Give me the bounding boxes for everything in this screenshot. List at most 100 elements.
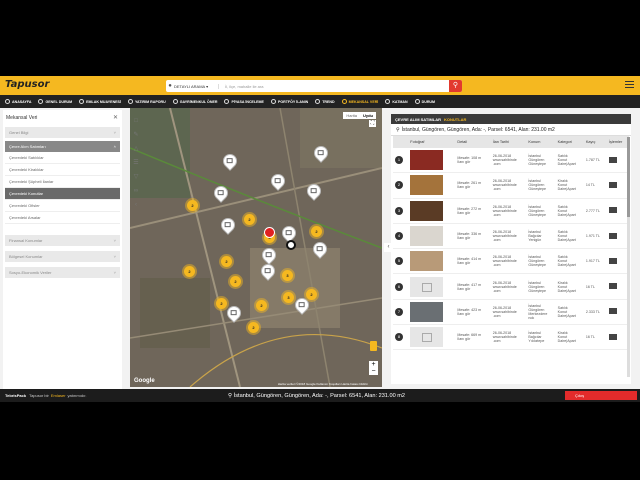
action-icon[interactable] [608,283,617,290]
detail-cell[interactable]: Mesafe: 669 m İlanı gör [455,324,491,351]
cluster-marker[interactable]: 3 [282,270,293,281]
map-tab-uydu[interactable]: Uydu [360,112,376,119]
photo-cell[interactable] [408,172,456,199]
detail-cell[interactable]: Mesafe: 423 m İlanı gör [455,299,491,326]
action-icon[interactable] [608,257,617,264]
table-row[interactable]: 1 Mesafe: 108 m İlanı gör 26-06-2018 www.s… [393,148,629,174]
exit-button[interactable]: Çıkış [565,391,637,400]
table-row[interactable]: 5 Mesafe: 414 m İlanı gör 26-06-2018 www.s… [393,248,629,275]
action-icon[interactable] [608,181,617,188]
table-row[interactable]: 6 Mesafe: 417 m İlanı gör 26-06-2018 www.s… [393,273,629,300]
table-row[interactable]: 4 Mesafe: 336 m İlanı gör 26-06-2018 www.s… [393,223,629,250]
listing-photo[interactable] [410,251,444,272]
menu-item[interactable]: MEKANSAL VERİ [341,99,378,104]
map-tab-harita[interactable]: Harita [343,112,360,119]
sub-item[interactable]: Çevredeki Şüpheli İlanlar [5,176,120,188]
detail-cell[interactable]: Mesafe: 261 m İlanı gör [455,172,491,199]
photo-cell[interactable] [408,148,456,174]
detail-cell[interactable]: Mesafe: 272 m İlanı gör [455,198,491,224]
action-icon[interactable] [608,333,617,340]
photo-cell[interactable] [408,324,456,351]
share-icon[interactable]: ∞ [134,184,138,198]
listing-photo[interactable] [410,200,444,221]
cluster-marker[interactable]: 2 [244,214,255,225]
sub-item[interactable]: Çevredeki Kiralıklar [5,164,120,176]
cluster-marker[interactable]: 3 [283,292,294,303]
footer-brand[interactable]: Emlaser [51,393,66,398]
menu-item[interactable]: GENEL DURUM [38,99,72,104]
street-view-icon[interactable] [370,341,377,351]
search-bar[interactable]: ● DETAYLI ARAMA ▾ İl, ilçe, mahalle ile … [166,80,462,92]
layers-icon[interactable]: ☰ [133,156,138,170]
sub-item[interactable]: Çevredeki Konutlar [5,188,120,200]
draw-polygon-icon[interactable]: □ [134,114,138,128]
subject-property-pin[interactable] [264,227,275,238]
cluster-marker[interactable]: 2 [221,256,232,267]
photo-cell[interactable] [408,248,456,275]
accordion-bolgesel-konumlar[interactable]: Bölgesel Konumlar ˅ [5,251,120,262]
action-icon[interactable] [608,232,617,239]
accordion-finansal-konumlar[interactable]: Finansal Konumlar ˅ [5,235,120,246]
detail-cell[interactable]: Mesafe: 414 m İlanı gör [455,248,491,275]
filter-icon[interactable]: ▽ [134,170,139,184]
listing-photo[interactable] [410,301,444,322]
search-button[interactable]: ⚲ [449,80,462,92]
photo-cell[interactable] [408,273,456,300]
hamburger-menu-icon[interactable] [625,81,634,89]
zoom-in-button[interactable]: + [369,361,378,368]
detail-cell[interactable]: Mesafe: 417 m İlanı gör [455,273,491,300]
chevron-left-icon[interactable]: ‹ [135,198,137,212]
cluster-marker[interactable]: 2 [256,300,267,311]
listing-photo[interactable] [410,150,444,171]
cluster-marker[interactable]: 2 [187,200,198,211]
search-mode-dropdown[interactable]: DETAYLI ARAMA ▾ [174,83,219,89]
photo-cell[interactable] [408,299,456,326]
search-input[interactable]: İl, ilçe, mahalle ile ara [225,84,449,89]
cluster-marker[interactable]: 2 [311,226,322,237]
menu-item[interactable]: YATIRIM RAPORU [127,99,166,104]
menu-icon [38,99,44,104]
menu-item[interactable]: GAYRİMENKUL ÖNER [172,99,217,104]
table-row[interactable]: 2 Mesafe: 261 m İlanı gör 26-06-2018 www.s… [393,172,629,199]
menu-item[interactable]: DURUM [414,99,435,104]
brand-logo[interactable]: Tapusor [5,79,49,90]
zoom-out-button[interactable]: − [369,368,378,375]
action-icon[interactable] [608,207,617,214]
listing-photo[interactable] [410,175,444,196]
pencil-icon[interactable]: ✎ [133,128,138,142]
cluster-marker[interactable]: 2 [248,322,259,333]
menu-item[interactable]: TREND [315,99,335,104]
detail-cell[interactable]: Mesafe: 108 m İlanı gör [455,148,491,174]
table-row[interactable]: 8 Mesafe: 669 m İlanı gör 26-06-2018 www.s… [393,324,629,351]
photo-cell[interactable] [408,223,456,250]
menu-item[interactable]: KATMAN [385,99,408,104]
detail-cell[interactable]: Mesafe: 336 m İlanı gör [455,223,491,250]
cluster-marker[interactable]: 2 [230,276,241,287]
cluster-marker[interactable]: 2 [184,266,195,277]
ruler-icon[interactable]: △ [134,142,139,156]
table-row[interactable]: 3 Mesafe: 272 m İlanı gör 26-06-2018 www.s… [393,198,629,224]
sub-item[interactable]: Çevredeki Satılıklar [5,152,120,164]
map-view[interactable]: 2 2 3 2 2 2 2 3 2 2 3 2 2 Harita Uydu ⛶ [130,108,382,387]
accordion-sosyo-ekonomik[interactable]: Sosyo-Ekonomik Veriler ˅ [5,267,120,278]
table-row[interactable]: 7 Mesafe: 423 m İlanı gör 26-06-2018 www.s… [393,299,629,326]
cluster-marker[interactable]: 2 [216,298,227,309]
accordion-cevre-alim-satimlari[interactable]: Çevre Alım Satımları ˄ [5,141,120,152]
sub-item[interactable]: Çevredeki Arsalar [5,212,120,224]
close-icon[interactable]: ✕ [113,114,118,121]
listing-photo[interactable] [410,226,444,247]
fullscreen-icon[interactable]: ⛶ [369,120,376,127]
action-icon[interactable] [608,308,617,315]
menu-item[interactable]: PORTFÖY İLANIN [270,99,308,104]
cluster-marker[interactable]: 2 [306,289,317,300]
scrollbar[interactable] [627,137,630,377]
menu-item[interactable]: ANASAYFA [5,99,31,104]
image-placeholder-icon[interactable] [410,276,444,297]
menu-item[interactable]: EMLAK MUAYENESİ [79,99,121,104]
accordion-genel-bilgi[interactable]: Genel Bilgi ˅ [5,127,120,138]
menu-item[interactable]: PİYASA İNCELEME [224,99,264,104]
sub-item[interactable]: Çevredeki Ofisler [5,200,120,212]
image-placeholder-icon[interactable] [410,327,444,348]
photo-cell[interactable] [408,198,456,224]
action-icon[interactable] [608,156,617,163]
